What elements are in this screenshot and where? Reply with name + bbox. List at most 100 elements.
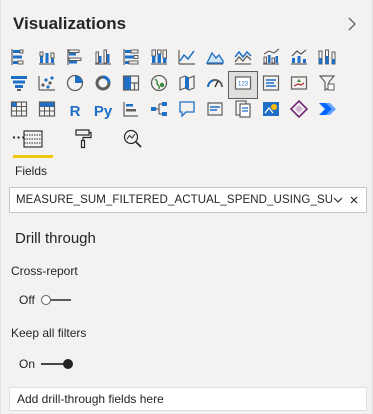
drill-through-fields-well[interactable]: Add drill-through fields here [9, 387, 367, 411]
treemap-button[interactable] [117, 72, 145, 98]
stacked-area-chart-button[interactable] [229, 46, 257, 72]
power-apps-icon [289, 99, 309, 124]
key-influencers-button[interactable] [117, 98, 145, 124]
drill-through-title: Drill through [15, 230, 96, 247]
funnel-icon [9, 73, 29, 98]
power-apps-button[interactable] [285, 98, 313, 124]
keep-all-filters-toggle[interactable]: On [19, 357, 73, 371]
slicer-icon [317, 73, 337, 98]
clustered-bar-chart-icon [65, 47, 85, 72]
donut-chart-icon [93, 73, 113, 98]
tab-analytics[interactable] [113, 124, 153, 158]
chevron-right-icon [344, 17, 360, 38]
toggle-switch-off [41, 295, 73, 305]
remove-field-button[interactable] [348, 194, 360, 206]
filled-map-icon [177, 73, 197, 98]
100-stacked-bar-chart-button[interactable] [117, 46, 145, 72]
kpi-icon [289, 73, 309, 98]
arcgis-map-button[interactable] [257, 98, 285, 124]
scatter-chart-button[interactable] [33, 72, 61, 98]
table-button[interactable] [33, 98, 61, 124]
multi-row-card-icon [261, 73, 281, 98]
visualizations-pane: Visualizations 123 R Py ··· Fields MEASU… [0, 0, 373, 414]
smart-narrative-button[interactable] [201, 98, 229, 124]
kpi-button[interactable] [285, 72, 313, 98]
stacked-column-chart-button[interactable] [33, 46, 61, 72]
qa-icon [177, 99, 197, 124]
field-dropdown-button[interactable] [332, 194, 344, 206]
pie-chart-icon [65, 73, 85, 98]
field-value: MEASURE_SUM_FILTERED_ACTUAL_SPEND_USING_… [16, 194, 332, 206]
map-button[interactable] [145, 72, 173, 98]
line-clustered-column-chart-icon [261, 47, 281, 72]
card-icon: 123 [233, 73, 253, 98]
stacked-column-chart-icon [37, 47, 57, 72]
clustered-column-chart-icon [93, 47, 113, 72]
100-stacked-bar-chart-icon [121, 47, 141, 72]
key-influencers-icon [121, 99, 141, 124]
donut-chart-button[interactable] [89, 72, 117, 98]
r-visual-button[interactable]: R [61, 98, 89, 124]
chevron-down-icon [332, 194, 344, 206]
map-icon [149, 73, 169, 98]
tab-format[interactable] [63, 124, 103, 158]
line-chart-button[interactable] [173, 46, 201, 72]
pane-title: Visualizations [13, 14, 127, 33]
paginated-report-icon [233, 99, 253, 124]
arcgis-map-icon [261, 99, 281, 124]
area-chart-button[interactable] [201, 46, 229, 72]
gauge-button[interactable] [201, 72, 229, 98]
ribbon-chart-button[interactable] [313, 46, 341, 72]
pie-chart-button[interactable] [61, 72, 89, 98]
gauge-icon [205, 73, 225, 98]
decomposition-tree-icon [149, 99, 169, 124]
matrix-icon [9, 99, 29, 124]
smart-narrative-icon [205, 99, 225, 124]
clustered-bar-chart-button[interactable] [61, 46, 89, 72]
multi-row-card-button[interactable] [257, 72, 285, 98]
fields-well[interactable]: MEASURE_SUM_FILTERED_ACTUAL_SPEND_USING_… [9, 187, 367, 213]
decomposition-tree-button[interactable] [145, 98, 173, 124]
stacked-area-chart-icon [233, 47, 253, 72]
format-paint-roller-icon [72, 128, 94, 155]
keep-all-filters-state: On [19, 357, 36, 371]
scatter-chart-icon [37, 73, 57, 98]
100-stacked-column-chart-icon [149, 47, 169, 72]
cross-report-toggle[interactable]: Off [19, 293, 73, 307]
qa-button[interactable] [173, 98, 201, 124]
100-stacked-column-chart-button[interactable] [145, 46, 173, 72]
line-stacked-column-chart-icon [289, 47, 309, 72]
keep-all-filters-label: Keep all filters [11, 326, 87, 340]
card-button[interactable]: 123 [228, 71, 258, 99]
cross-report-state: Off [19, 293, 35, 307]
stacked-bar-chart-icon [9, 47, 29, 72]
line-chart-icon [177, 47, 197, 72]
python-visual-button[interactable]: Py [89, 98, 117, 124]
analytics-magnifier-icon [122, 128, 144, 155]
paginated-report-button[interactable] [229, 98, 257, 124]
clustered-column-chart-button[interactable] [89, 46, 117, 72]
line-clustered-column-chart-button[interactable] [257, 46, 285, 72]
ribbon-chart-icon [317, 47, 337, 72]
pane-tabs [13, 124, 153, 158]
funnel-button[interactable] [5, 72, 33, 98]
cross-report-label: Cross-report [11, 264, 78, 278]
r-visual-icon: R [69, 102, 81, 120]
fields-label: Fields [15, 164, 48, 178]
table-icon [37, 99, 57, 124]
fields-tab-icon [22, 128, 44, 155]
power-automate-button[interactable] [313, 98, 341, 124]
stacked-bar-chart-button[interactable] [5, 46, 33, 72]
close-icon [348, 194, 360, 206]
toggle-switch-on [41, 359, 73, 369]
filled-map-button[interactable] [173, 72, 201, 98]
pane-header: Visualizations [13, 12, 362, 38]
svg-text:123: 123 [238, 81, 249, 87]
treemap-icon [121, 73, 141, 98]
tab-fields[interactable] [13, 124, 53, 158]
collapse-pane-button[interactable] [344, 14, 360, 34]
line-stacked-column-chart-button[interactable] [285, 46, 313, 72]
python-visual-icon: Py [93, 102, 113, 120]
slicer-button[interactable] [313, 72, 341, 98]
ribbon-more-button[interactable] [5, 98, 33, 124]
